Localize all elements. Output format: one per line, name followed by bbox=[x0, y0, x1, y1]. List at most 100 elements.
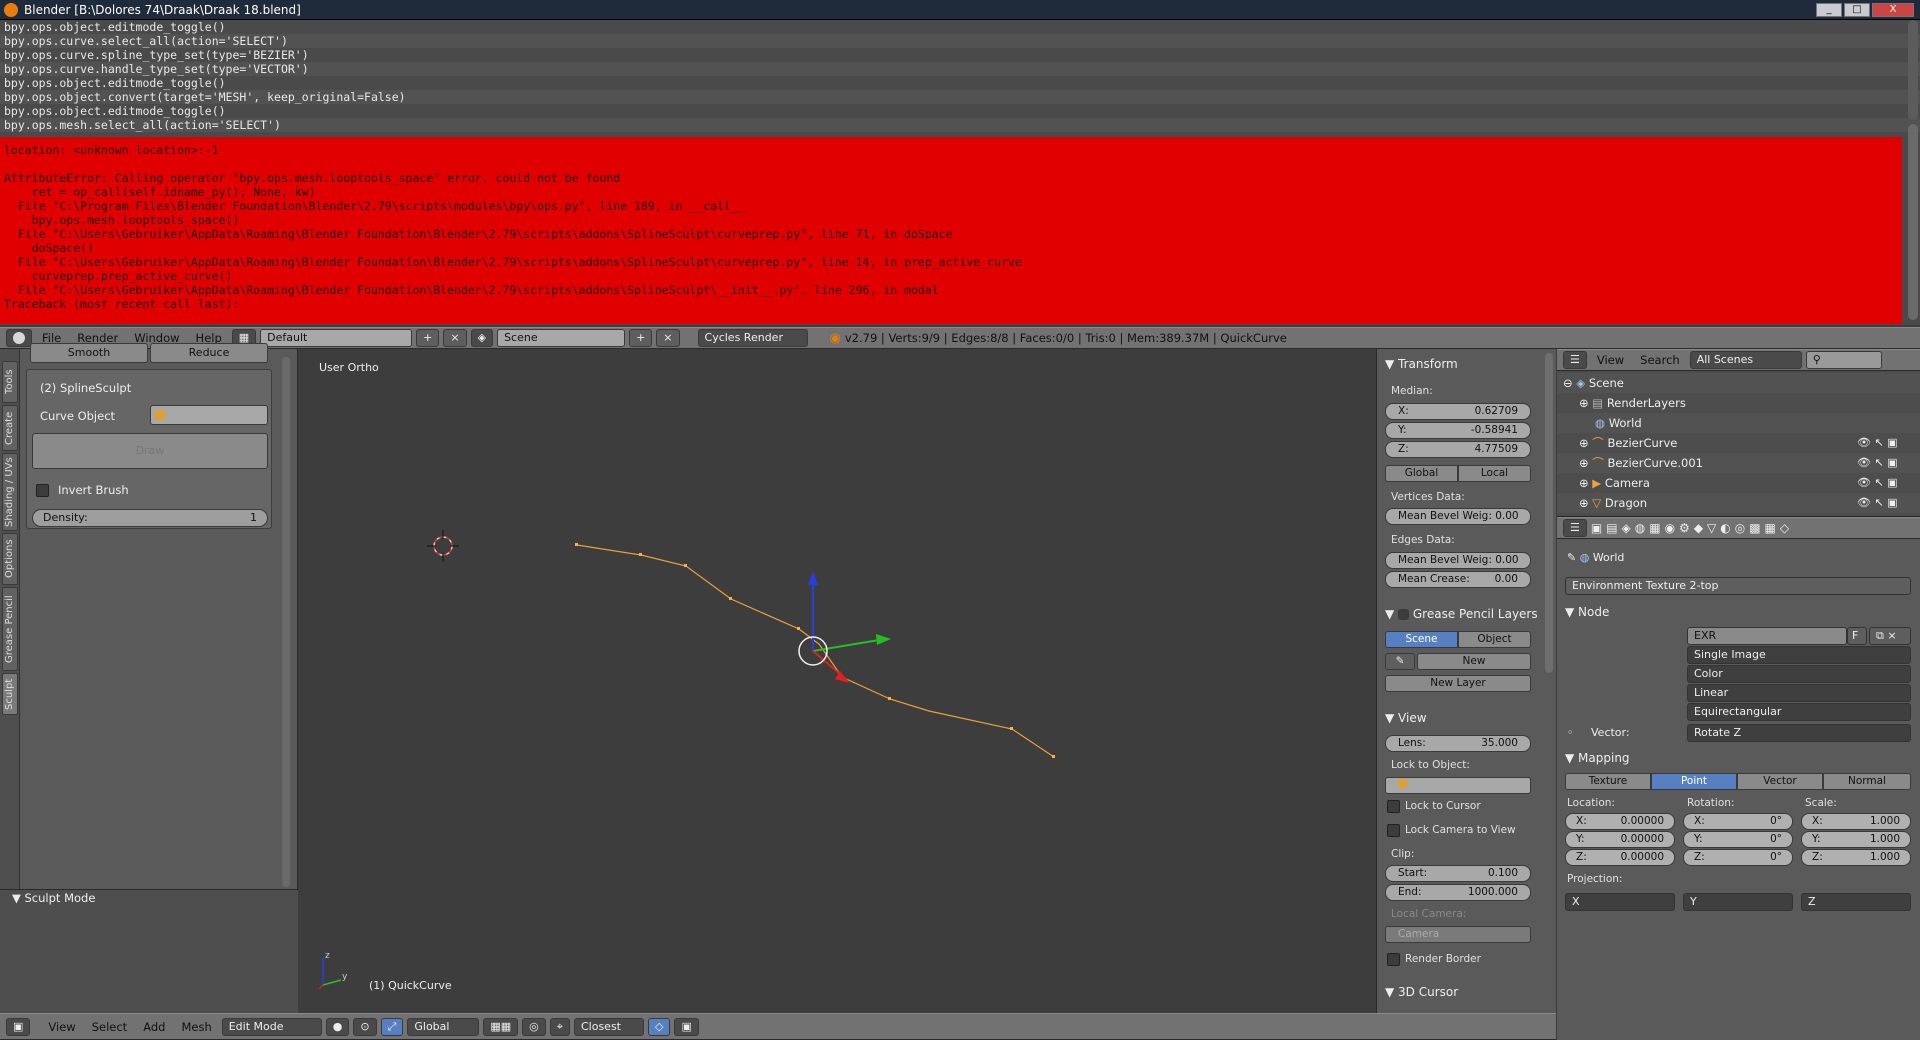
scale-x-field[interactable]: X: 1.000 bbox=[1801, 813, 1911, 830]
image-actions-icons[interactable]: ⧉ × bbox=[1869, 627, 1911, 645]
screen-layout-field[interactable]: Default bbox=[260, 329, 413, 347]
scene-field[interactable]: Scene bbox=[497, 329, 626, 347]
tab-options[interactable]: Options bbox=[2, 533, 18, 585]
mean-crease-field[interactable]: Mean Crease: 0.00 bbox=[1385, 571, 1531, 588]
interpolation-select[interactable]: Linear bbox=[1687, 684, 1911, 702]
local-toggle[interactable]: Local bbox=[1458, 465, 1531, 482]
console-scrollbar-thumb[interactable] bbox=[1908, 124, 1918, 320]
clip-start-field[interactable]: Start: 0.100 bbox=[1385, 865, 1531, 882]
median-y-field[interactable]: Y: -0.58941 bbox=[1385, 422, 1531, 439]
color-space-select[interactable]: Color bbox=[1687, 665, 1911, 683]
outliner-editor-icon[interactable]: ☰ bbox=[1563, 351, 1587, 369]
location-y-field[interactable]: Y: 0.00000 bbox=[1565, 831, 1675, 848]
lens-field[interactable]: Lens: 35.000 bbox=[1385, 735, 1531, 752]
gp-object-toggle[interactable]: Object bbox=[1458, 631, 1531, 648]
snap-icon[interactable]: ⌖ bbox=[549, 1017, 570, 1036]
location-z-field[interactable]: Z: 0.00000 bbox=[1565, 849, 1675, 866]
menu-view[interactable]: View bbox=[42, 1020, 81, 1034]
3d-cursor-title[interactable]: ▼ 3D Cursor bbox=[1385, 985, 1458, 999]
draw-button[interactable]: Draw bbox=[32, 433, 268, 469]
lock-camera-checkbox[interactable] bbox=[1387, 824, 1400, 837]
local-camera-field[interactable]: Camera bbox=[1385, 926, 1531, 943]
fake-user-button[interactable]: F bbox=[1847, 627, 1867, 645]
median-z-field[interactable]: Z: 4.77509 bbox=[1385, 441, 1531, 458]
lock-cursor-checkbox[interactable] bbox=[1387, 800, 1400, 813]
3d-viewport[interactable]: User Ortho z y (1) QuickCurve bbox=[299, 349, 1375, 1013]
tab-create[interactable]: Create bbox=[2, 405, 18, 451]
pencil-icon[interactable]: ✎ bbox=[1385, 653, 1415, 670]
maximize-button[interactable]: □ bbox=[1844, 2, 1870, 17]
scale-y-field[interactable]: Y: 1.000 bbox=[1801, 831, 1911, 848]
lock-object-field[interactable] bbox=[1385, 777, 1531, 794]
scale-z-field[interactable]: Z: 1.000 bbox=[1801, 849, 1911, 866]
render-engine-select[interactable]: Cycles Render bbox=[697, 329, 808, 347]
3d-editor-icon[interactable]: ▣ bbox=[6, 1017, 31, 1036]
vector-input-select[interactable]: Rotate Z bbox=[1687, 724, 1911, 742]
sculpt-mode-title[interactable]: ▼ Sculpt Mode bbox=[12, 891, 95, 905]
reduce-button[interactable]: Reduce bbox=[150, 343, 268, 363]
density-field[interactable]: Density: 1 bbox=[32, 509, 268, 527]
outliner-menu-search[interactable]: Search bbox=[1634, 353, 1686, 367]
close-button[interactable]: X bbox=[1872, 2, 1914, 17]
projection-z-select[interactable]: Z bbox=[1801, 893, 1911, 911]
transform-manipulator[interactable] bbox=[798, 571, 891, 683]
shading-icon[interactable]: ● bbox=[325, 1017, 350, 1036]
outliner-row-renderlayers[interactable]: ⊕ ▤ RenderLayers bbox=[1557, 393, 1920, 413]
outliner-filter-select[interactable]: All Scenes bbox=[1689, 351, 1802, 369]
outliner-row-scene[interactable]: ⊖ ◈ Scene bbox=[1557, 373, 1920, 393]
outliner-row-world[interactable]: ◍ World bbox=[1557, 413, 1920, 433]
tab-tools[interactable]: Tools bbox=[2, 361, 18, 403]
projection-mode-select[interactable]: Equirectangular bbox=[1687, 703, 1911, 721]
remove-layout-icon[interactable]: × bbox=[443, 329, 467, 347]
menu-select[interactable]: Select bbox=[86, 1020, 133, 1034]
grease-pencil-title[interactable]: ▼ Grease Pencil Layers bbox=[1385, 607, 1538, 621]
layers-icon[interactable]: ▦▦ bbox=[483, 1017, 519, 1036]
minimize-button[interactable]: _ bbox=[1816, 2, 1842, 17]
transform-title[interactable]: ▼ Transform bbox=[1385, 357, 1458, 371]
pivot-icon[interactable]: ⊙ bbox=[353, 1017, 377, 1036]
menu-add[interactable]: Add bbox=[137, 1020, 171, 1034]
rotation-y-field[interactable]: Y: 0° bbox=[1683, 831, 1793, 848]
global-toggle[interactable]: Global bbox=[1385, 465, 1458, 482]
node-tree-select[interactable]: Environment Texture 2-top bbox=[1565, 577, 1911, 595]
snap-options-icon[interactable]: ◇ bbox=[647, 1017, 671, 1036]
tab-sculpt[interactable]: Sculpt bbox=[2, 673, 18, 715]
tab-grease-pencil[interactable]: Grease Pencil bbox=[2, 587, 18, 671]
gp-scene-toggle[interactable]: Scene bbox=[1385, 631, 1458, 648]
orientation-select[interactable]: Global bbox=[407, 1017, 480, 1036]
rotation-x-field[interactable]: X: 0° bbox=[1683, 813, 1793, 830]
remove-scene-icon[interactable]: × bbox=[656, 329, 680, 347]
median-x-field[interactable]: X: 0.62709 bbox=[1385, 403, 1531, 420]
proportional-icon[interactable]: ◎ bbox=[522, 1017, 546, 1036]
edge-bevel-field[interactable]: Mean Bevel Weig: 0.00 bbox=[1385, 552, 1531, 569]
mapping-tab-vector[interactable]: Vector bbox=[1737, 773, 1823, 790]
source-select[interactable]: Single Image bbox=[1687, 646, 1911, 664]
view-title[interactable]: ▼ View bbox=[1385, 711, 1427, 725]
image-name-field[interactable]: EXR bbox=[1687, 627, 1847, 645]
mapping-tab-point[interactable]: Point bbox=[1651, 773, 1737, 790]
node-title[interactable]: ▼ Node bbox=[1565, 605, 1609, 619]
add-scene-icon[interactable]: + bbox=[629, 329, 653, 347]
pin-icon[interactable]: ✎ bbox=[1567, 551, 1576, 564]
render-preview-icon[interactable]: ▣ bbox=[674, 1017, 699, 1036]
scene-icon[interactable]: ◈ bbox=[470, 329, 494, 347]
clip-end-field[interactable]: End: 1000.000 bbox=[1385, 884, 1531, 901]
menu-mesh[interactable]: Mesh bbox=[175, 1020, 217, 1034]
projection-y-select[interactable]: Y bbox=[1683, 893, 1793, 911]
mapping-title[interactable]: ▼ Mapping bbox=[1565, 751, 1630, 765]
rotation-z-field[interactable]: Z: 0° bbox=[1683, 849, 1793, 866]
gp-new-button[interactable]: New bbox=[1417, 653, 1531, 670]
visibility-icons[interactable]: 👁 ↖ ▣ 👁 ↖ ▣ 👁 ↖ ▣ 👁 ↖ ▣ bbox=[1857, 433, 1917, 513]
manipulator-icon[interactable]: ⤢ bbox=[380, 1017, 404, 1036]
checkbox-icon[interactable] bbox=[1398, 609, 1410, 620]
curve-object-field[interactable] bbox=[150, 405, 268, 425]
outliner-menu-view[interactable]: View bbox=[1591, 353, 1630, 367]
smooth-button[interactable]: Smooth bbox=[30, 343, 148, 363]
tab-shading-uvs[interactable]: Shading / UVs bbox=[2, 453, 18, 531]
mapping-tab-texture[interactable]: Texture bbox=[1565, 773, 1651, 790]
editor-type-button[interactable] bbox=[6, 329, 32, 347]
gp-new-layer-button[interactable]: New Layer bbox=[1385, 675, 1531, 692]
snap-target-select[interactable]: Closest bbox=[573, 1017, 644, 1036]
mode-select[interactable]: Edit Mode bbox=[221, 1017, 322, 1036]
invert-brush-checkbox[interactable] bbox=[36, 484, 49, 497]
